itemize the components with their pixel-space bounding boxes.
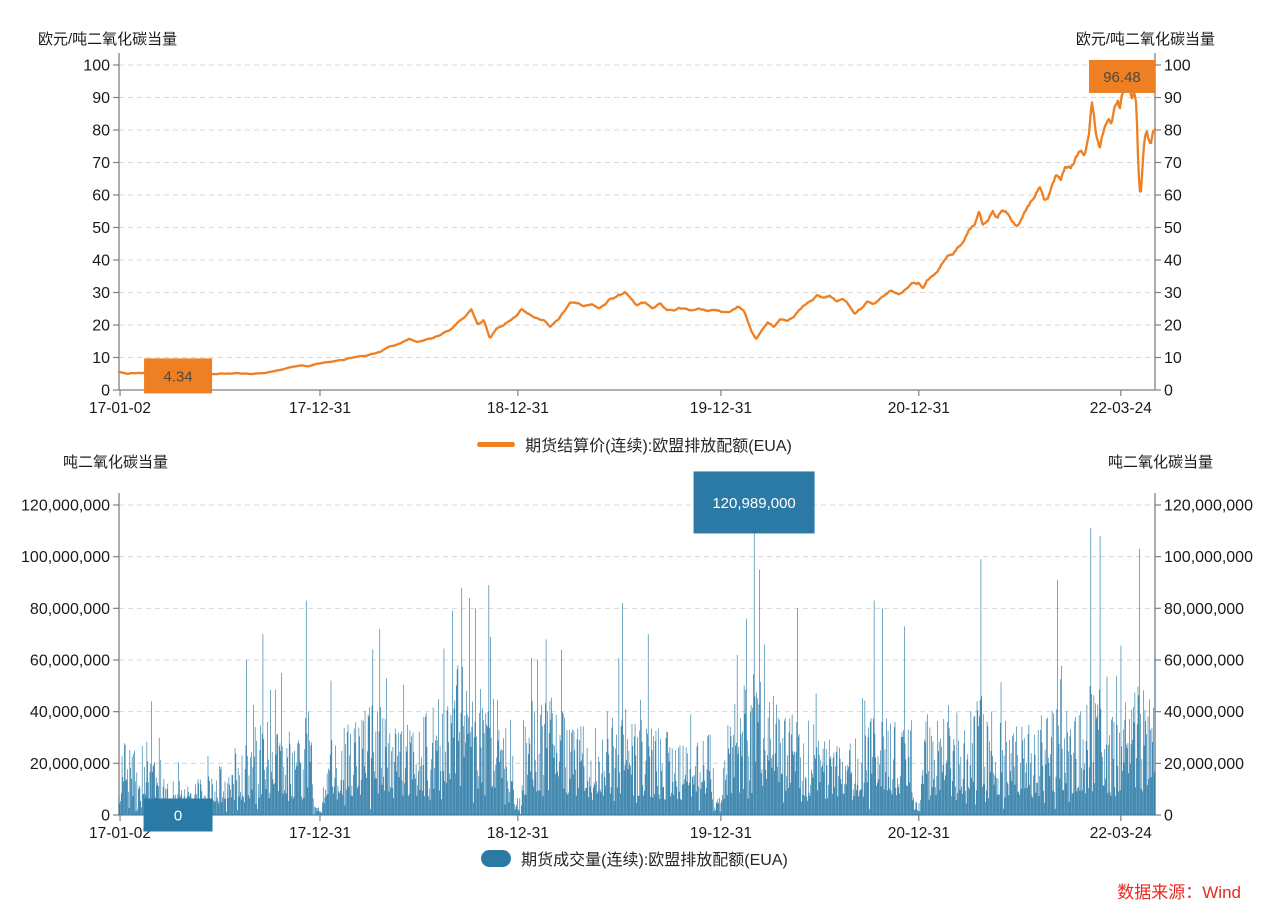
y-tick-label-left: 120,000,000 [21, 498, 110, 515]
price-legend-label: 期货结算价(连续):欧盟排放配额(EUA) [525, 432, 792, 456]
y-tick-label-left: 60 [92, 188, 110, 205]
y-tick-label-left: 90 [92, 90, 110, 107]
volume-axis-title-right: 吨二氧化碳当量 [1108, 451, 1213, 472]
data-source-note: 数据来源：Wind [1117, 878, 1241, 903]
volume-bar-chart: 0 0 20,000,000 20,000,000 40,000,000 40,000,0… [0, 470, 1269, 850]
callout-value: 0 [174, 808, 182, 825]
y-tick-label-left: 60,000,000 [30, 653, 110, 670]
callout-value: 4.34 [163, 368, 192, 385]
y-tick-label-left: 30 [92, 285, 110, 302]
x-tick-label: 17-12-31 [289, 400, 351, 417]
y-tick-label-right: 10 [1164, 350, 1182, 367]
volume-series-bars [119, 502, 1155, 815]
x-tick-label: 17-01-02 [89, 825, 151, 842]
volume-legend-label: 期货成交量(连续):欧盟排放配额(EUA) [521, 846, 788, 870]
x-tick-label: 19-12-31 [690, 400, 752, 417]
y-tick-label-right: 50 [1164, 220, 1182, 237]
volume-chart-legend[interactable]: 期货成交量(连续):欧盟排放配额(EUA) [0, 846, 1269, 870]
y-tick-label-left: 0 [101, 383, 110, 400]
price-series-line [119, 75, 1155, 376]
price-legend-swatch-line [477, 442, 515, 447]
y-tick-label-left: 80,000,000 [30, 601, 110, 618]
callout-value: 96.48 [1103, 69, 1141, 86]
y-tick-label-left: 0 [101, 808, 110, 825]
volume-legend-swatch-pill [481, 850, 511, 867]
y-tick-label-left: 80 [92, 123, 110, 140]
y-tick-label-left: 70 [92, 155, 110, 172]
y-tick-label-right: 70 [1164, 155, 1182, 172]
x-tick-label: 20-12-31 [888, 400, 950, 417]
y-tick-label-right: 0 [1164, 808, 1173, 825]
callout-value: 120,989,000 [712, 495, 795, 512]
y-tick-label-right: 30 [1164, 285, 1182, 302]
y-tick-label-left: 20 [92, 318, 110, 335]
y-tick-label-left: 100 [83, 58, 110, 75]
volume-axis-title-left: 吨二氧化碳当量 [63, 451, 168, 472]
carbon-price-volume-dashboard: 欧元/吨二氧化碳当量 欧元/吨二氧化碳当量 001010202030304040… [0, 0, 1269, 914]
y-tick-label-right: 20,000,000 [1164, 756, 1244, 773]
price-line-chart: 0 0 10 10 20 20 30 30 40 40 50 50 60 60 70 70 80 80 90 90 10… [0, 0, 1269, 425]
y-tick-label-right: 20 [1164, 318, 1182, 335]
y-tick-label-right: 40,000,000 [1164, 704, 1244, 721]
y-tick-label-right: 0 [1164, 383, 1173, 400]
price-chart-legend[interactable]: 期货结算价(连续):欧盟排放配额(EUA) [0, 432, 1269, 456]
y-tick-label-right: 100 [1164, 58, 1191, 75]
y-tick-label-right: 60 [1164, 188, 1182, 205]
x-tick-label: 22-03-24 [1090, 400, 1152, 417]
y-tick-label-left: 40 [92, 253, 110, 270]
x-tick-label: 17-12-31 [289, 825, 351, 842]
y-tick-label-right: 80,000,000 [1164, 601, 1244, 618]
x-tick-label: 18-12-31 [487, 825, 549, 842]
y-tick-label-left: 10 [92, 350, 110, 367]
y-tick-label-left: 40,000,000 [30, 704, 110, 721]
y-tick-label-right: 100,000,000 [1164, 549, 1253, 566]
y-tick-label-right: 60,000,000 [1164, 653, 1244, 670]
x-tick-label: 22-03-24 [1090, 825, 1152, 842]
y-tick-label-right: 40 [1164, 253, 1182, 270]
y-tick-label-left: 100,000,000 [21, 549, 110, 566]
y-tick-label-right: 120,000,000 [1164, 498, 1253, 515]
x-tick-label: 18-12-31 [487, 400, 549, 417]
y-tick-label-left: 50 [92, 220, 110, 237]
y-tick-label-left: 20,000,000 [30, 756, 110, 773]
y-tick-label-right: 80 [1164, 123, 1182, 140]
y-tick-label-right: 90 [1164, 90, 1182, 107]
x-tick-label: 17-01-02 [89, 400, 151, 417]
x-tick-label: 19-12-31 [690, 825, 752, 842]
x-tick-label: 20-12-31 [888, 825, 950, 842]
